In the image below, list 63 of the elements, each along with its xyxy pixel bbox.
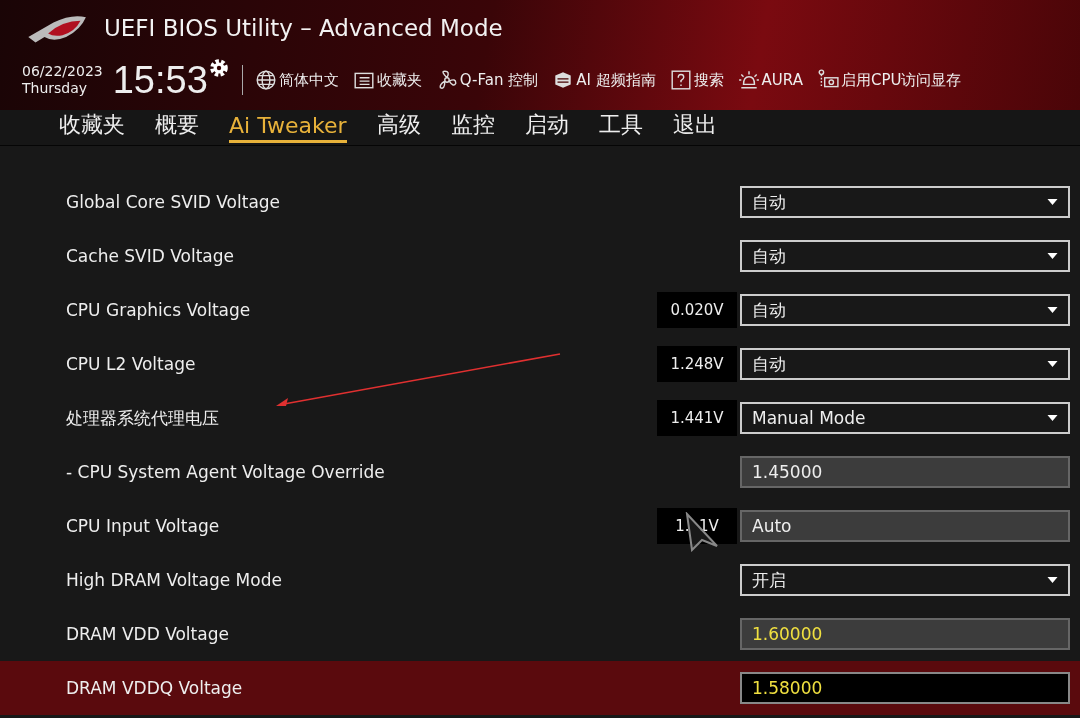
window-title: UEFI BIOS Utility – Advanced Mode [104, 14, 503, 41]
setting-row[interactable]: DRAM VDD Voltage 1.60000 [0, 607, 1080, 661]
selected-row[interactable]: DRAM VDDQ Voltage 1.58000 [0, 661, 1080, 715]
menu-tab[interactable]: 退出 [672, 110, 717, 145]
setting-label: Cache SVID Voltage [66, 246, 235, 266]
caret-icon [1047, 415, 1058, 421]
menu-tab[interactable]: 概要 [155, 110, 199, 145]
voltage-reading: 0.020V [657, 292, 737, 328]
light-icon [737, 69, 760, 91]
setting-row[interactable]: CPU Input Voltage 1. 1V Auto [0, 499, 1080, 553]
setting-label: High DRAM Voltage Mode [66, 570, 283, 590]
setting-label: CPU Graphics Voltage [66, 300, 252, 320]
toolbar-button[interactable]: 收藏夹 [352, 69, 422, 91]
menu-tab[interactable]: 高级 [376, 110, 421, 145]
setting-row[interactable]: Global Core SVID Voltage 自动 [0, 175, 1080, 229]
setting-label: CPU L2 Voltage [66, 354, 197, 374]
menu-tab[interactable]: 监控 [450, 110, 495, 145]
dropdown[interactable]: 自动 [740, 294, 1070, 326]
setting-row[interactable]: 处理器系统代理电压 1.441V Manual Mode [0, 391, 1080, 445]
help-icon [669, 69, 692, 91]
menu-tab[interactable]: Ai Tweaker [229, 112, 347, 143]
input-field[interactable]: 1.60000 [740, 618, 1070, 650]
globe-icon [254, 69, 277, 91]
setting-row[interactable]: Cache SVID Voltage 自动 [0, 229, 1080, 283]
caret-icon [1047, 577, 1058, 583]
setting-label: 处理器系统代理电压 [66, 406, 220, 430]
dropdown[interactable]: 自动 [740, 348, 1070, 380]
input-field[interactable]: 1.45000 [740, 456, 1070, 488]
setting-row[interactable]: CPU L2 Voltage 1.248V 自动 [0, 337, 1080, 391]
dropdown[interactable]: 自动 [740, 186, 1070, 218]
caret-icon [1047, 199, 1058, 205]
voltage-reading: 1.248V [657, 346, 737, 382]
toolbar-button[interactable]: 搜索 [669, 69, 724, 91]
toolbar-button[interactable]: Q-Fan 控制 [435, 69, 539, 91]
input-field[interactable]: 1.58000 [740, 672, 1070, 704]
setting-row[interactable]: - CPU System Agent Voltage Override 1.45000 [0, 445, 1080, 499]
voltage-reading: 1.441V [657, 400, 737, 436]
input-field[interactable]: Auto [740, 510, 1070, 542]
setting-label: DRAM VDD Voltage [66, 624, 230, 644]
settings-icon[interactable] [207, 57, 230, 79]
setting-label: Global Core SVID Voltage [66, 192, 282, 212]
menu-tab[interactable]: 收藏夹 [59, 110, 125, 145]
voltage-reading: 1. 1V [657, 508, 737, 544]
setting-label: CPU Input Voltage [66, 516, 221, 536]
date-text: 06/22/2023 [22, 63, 103, 80]
dropdown[interactable]: 自动 [740, 240, 1070, 272]
setting-row[interactable]: CPU Graphics Voltage 0.020V 自动 [0, 283, 1080, 337]
toolbar-button[interactable]: AURA [737, 69, 803, 91]
setting-label: DRAM VDDQ Voltage [66, 678, 244, 698]
caret-icon [1047, 361, 1058, 367]
menu-tab[interactable]: 工具 [598, 110, 643, 145]
toolbar-button[interactable]: AI 超频指南 [552, 69, 656, 91]
toolbar-button[interactable]: 简体中文 [254, 69, 339, 91]
menu-tab[interactable]: 启动 [524, 110, 569, 145]
toolbar-button[interactable]: 启用CPU访问显存 [816, 69, 962, 91]
caret-icon [1047, 253, 1058, 259]
caret-icon [1047, 307, 1058, 313]
weekday-text: Thursday [22, 80, 89, 97]
dropdown[interactable]: Manual Mode [740, 402, 1070, 434]
setting-row[interactable]: High DRAM Voltage Mode 开启 [0, 553, 1080, 607]
setting-label: - CPU System Agent Voltage Override [66, 462, 386, 482]
dropdown[interactable]: 开启 [740, 564, 1070, 596]
clock-time: 15:53 [112, 58, 208, 102]
